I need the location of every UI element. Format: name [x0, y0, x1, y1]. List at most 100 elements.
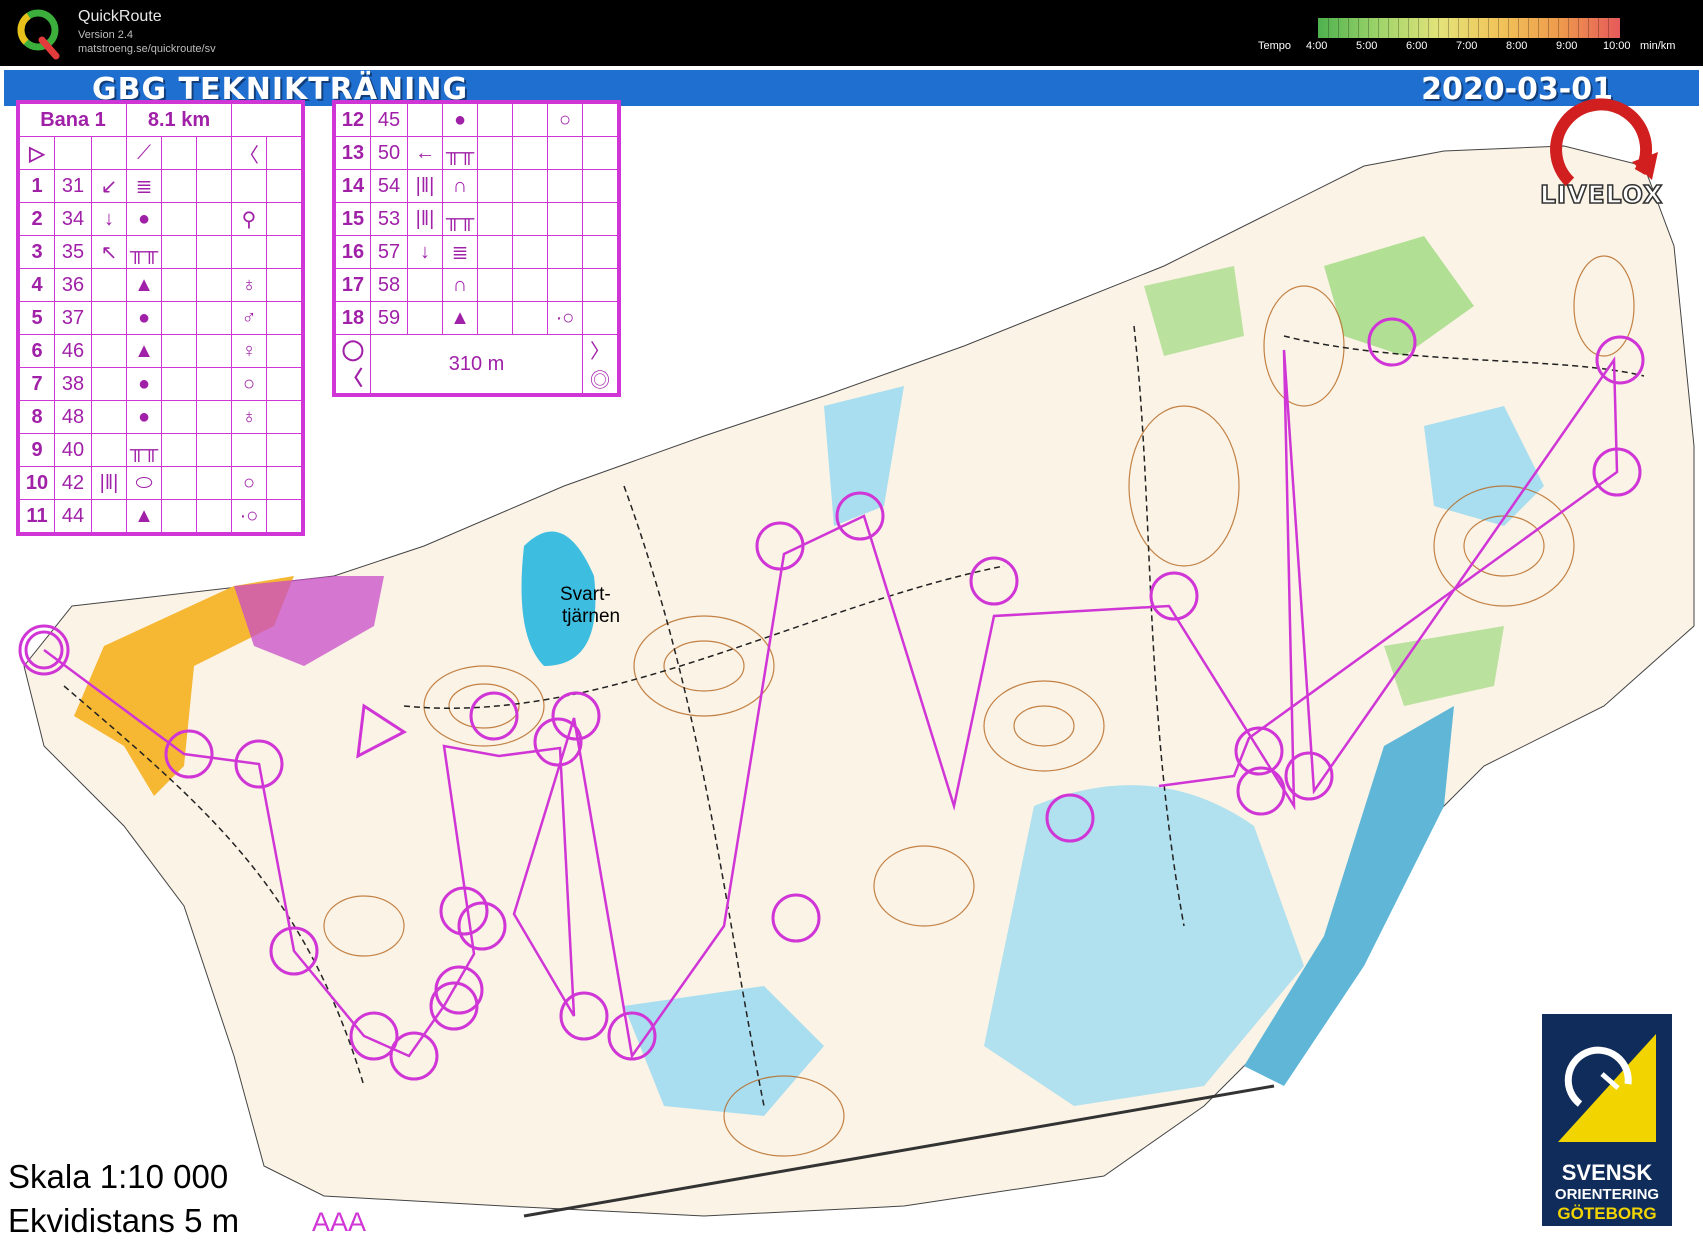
- tempo-scale-tick: [1418, 18, 1419, 38]
- lake-label: tjärnen: [562, 606, 620, 627]
- control-column-d: ●: [126, 400, 162, 434]
- control-column-d: ⬭: [126, 466, 162, 500]
- control-column-d: ▲: [126, 334, 162, 368]
- control-code: 48: [54, 400, 92, 434]
- control-column-g: [547, 136, 583, 170]
- tempo-scale-tick: [1598, 18, 1599, 38]
- app-version: Version 2.4: [78, 29, 134, 41]
- control-column-g: [547, 169, 583, 203]
- livelox-logo-text: LIVELOX: [1539, 179, 1664, 210]
- control-column-h: [582, 202, 618, 236]
- control-column-f: [512, 169, 548, 203]
- control-column-f: [196, 268, 232, 302]
- control-descriptions-left: Bana 1 8.1 km ▷ ⟋ 〈 1 31 ↙ ≣ 2 34 ↓ ● ⚲ 3 35 ↖ ╥╥ 4 36…: [16, 100, 305, 536]
- tempo-scale-tick: [1468, 18, 1469, 38]
- control-code: 45: [370, 103, 408, 137]
- control-number: 2: [19, 202, 55, 236]
- tempo-scale-tick: [1448, 18, 1449, 38]
- control-column-c: [91, 433, 127, 467]
- control-column-f: [196, 499, 232, 533]
- quickroute-title-bar: QuickRoute Version 2.4 matstroeng.se/qui…: [0, 0, 1703, 66]
- finish-start-symbol: ◯〈: [335, 334, 371, 394]
- tempo-scale-tick: [1538, 18, 1539, 38]
- control-column-c: [407, 301, 443, 335]
- control-column-h: [266, 466, 302, 500]
- control-column-f: [196, 367, 232, 401]
- svensk-orientering-compass-icon: [1558, 1034, 1656, 1142]
- control-number: 10: [19, 466, 55, 500]
- control-column-d: ╥╥: [442, 136, 478, 170]
- control-column-h: [266, 169, 302, 203]
- control-column-c: [91, 334, 127, 368]
- control-row: 4 36 ▲ ♁: [19, 268, 302, 302]
- control-row: 8 48 ● ♁: [19, 400, 302, 434]
- course-length: 8.1 km: [126, 103, 232, 137]
- control-code: 50: [370, 136, 408, 170]
- control-number: 1: [19, 169, 55, 203]
- control-column-d: ╥╥: [442, 202, 478, 236]
- control-code: 36: [54, 268, 92, 302]
- finish-symbol: 〉◎: [582, 334, 618, 394]
- control-column-e: [161, 400, 197, 434]
- control-row: 2 34 ↓ ● ⚲: [19, 202, 302, 236]
- control-number: 5: [19, 301, 55, 335]
- control-column-f: [512, 235, 548, 269]
- control-column-c: ↙: [91, 169, 127, 203]
- control-column-h: [266, 334, 302, 368]
- control-column-h: [266, 301, 302, 335]
- control-column-d: ≣: [126, 169, 162, 203]
- control-column-e: [477, 268, 513, 302]
- control-column-e: [161, 466, 197, 500]
- control-code: 35: [54, 235, 92, 269]
- control-column-c: [91, 367, 127, 401]
- control-code: 53: [370, 202, 408, 236]
- control-number: 13: [335, 136, 371, 170]
- control-column-h: [582, 235, 618, 269]
- control-column-d: ≣: [442, 235, 478, 269]
- control-column-e: [477, 169, 513, 203]
- tempo-scale-tick: [1498, 18, 1499, 38]
- tempo-scale-tick: [1548, 18, 1549, 38]
- control-column-h: [582, 169, 618, 203]
- tempo-scale-tick: [1508, 18, 1509, 38]
- contour-interval: Ekvidistans 5 m: [8, 1202, 240, 1239]
- svensk-orientering-logo: SVENSK ORIENTERING GÖTEBORG: [1542, 1014, 1672, 1226]
- control-column-f: [196, 235, 232, 269]
- control-number: 7: [19, 367, 55, 401]
- control-column-f: [196, 202, 232, 236]
- control-row: 10 42 |‖| ⬭ ○: [19, 466, 302, 500]
- control-column-f: [196, 466, 232, 500]
- tempo-tick: 7:00: [1456, 40, 1478, 52]
- tempo-scale-tick: [1478, 18, 1479, 38]
- control-column-c: |‖|: [91, 466, 127, 500]
- control-code: 42: [54, 466, 92, 500]
- control-column-g: ○: [547, 103, 583, 137]
- control-column-h: [582, 301, 618, 335]
- start-path-symbol: ⟋: [126, 136, 162, 170]
- control-number: 18: [335, 301, 371, 335]
- control-column-e: [161, 202, 197, 236]
- control-column-e: [477, 103, 513, 137]
- control-column-c: [407, 103, 443, 137]
- control-code: 37: [54, 301, 92, 335]
- control-row: 9 40 ╥╥: [19, 433, 302, 467]
- tempo-scale-tick: [1428, 18, 1429, 38]
- control-number: 12: [335, 103, 371, 137]
- tempo-tick: 4:00: [1306, 40, 1328, 52]
- control-column-f: [196, 169, 232, 203]
- tempo-scale-tick: [1338, 18, 1339, 38]
- sponsor-line1: SVENSK: [1561, 1160, 1653, 1185]
- control-column-c: [91, 268, 127, 302]
- tempo-scale-tick: [1328, 18, 1329, 38]
- control-column-c: [407, 268, 443, 302]
- control-column-f: [196, 433, 232, 467]
- orienteering-map[interactable]: GBG TEKNIKTRÄNING 2020-03-01 Svart- tjär…: [4, 70, 1699, 1244]
- aaa-label: AAA: [312, 1207, 367, 1237]
- control-code: 59: [370, 301, 408, 335]
- control-column-c: ↓: [91, 202, 127, 236]
- start-symbol: ▷: [19, 136, 55, 170]
- tempo-scale-tick: [1368, 18, 1369, 38]
- control-column-e: [161, 235, 197, 269]
- tempo-label: Tempo: [1258, 40, 1292, 52]
- control-code: 54: [370, 169, 408, 203]
